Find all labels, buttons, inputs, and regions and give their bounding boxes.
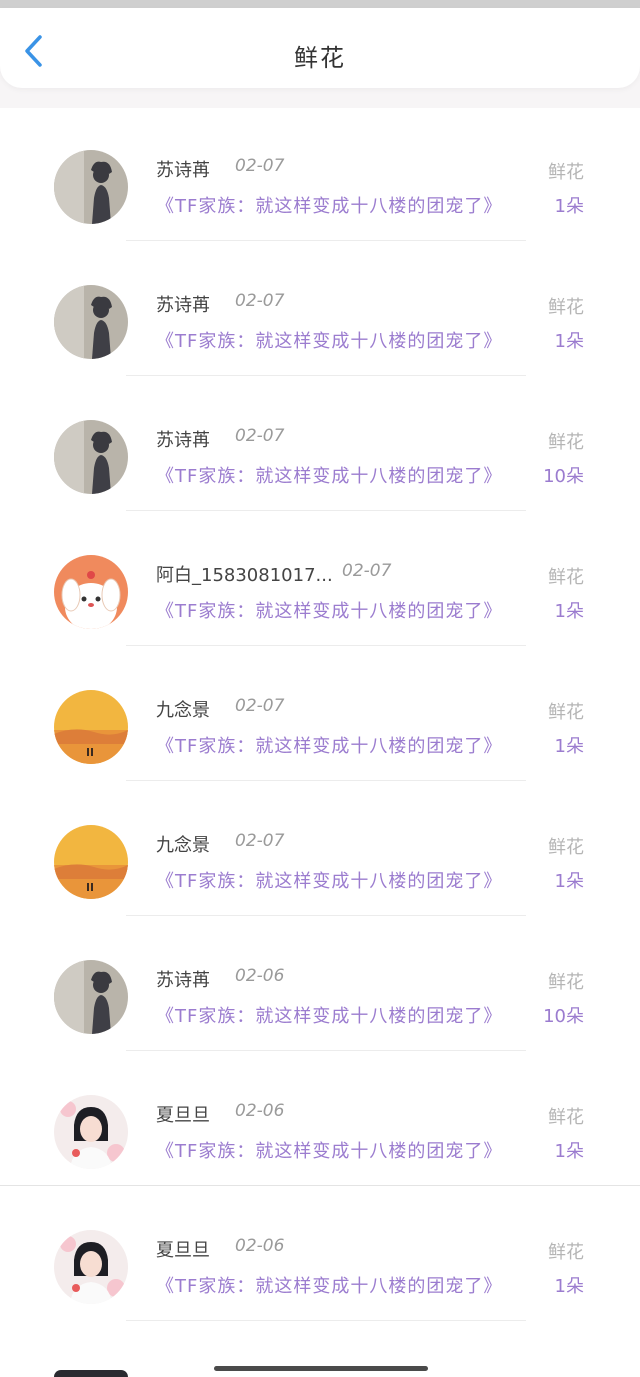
list-item[interactable]: 苏诗苒 02-07 《TF家族：就这样变成十八楼的团宠了》 鲜花 1朵 (0, 108, 640, 243)
user-name: 夏旦旦 (156, 1240, 210, 1261)
avatar[interactable] (54, 555, 128, 629)
user-name: 九念景 (156, 700, 210, 721)
work-title[interactable]: 《TF家族：就这样变成十八楼的团宠了》 (156, 327, 502, 353)
gift-count: 1朵 (554, 196, 584, 217)
gift-date: 02-07 (235, 831, 285, 851)
page-title: 鲜花 (294, 44, 346, 72)
work-title[interactable]: 《TF家族：就这样变成十八楼的团宠了》 (156, 867, 502, 893)
user-name: 苏诗苒 (156, 430, 210, 451)
divider (126, 915, 526, 916)
divider (126, 645, 526, 646)
gift-type: 鲜花 (548, 702, 584, 723)
gift-date: 02-07 (342, 561, 392, 581)
gift-date: 02-07 (235, 696, 285, 716)
gift-date: 02-07 (235, 291, 285, 311)
divider (126, 510, 526, 511)
list-item[interactable]: 夏旦旦 02-06 《TF家族：就这样变成十八楼的团宠了》 鲜花 1朵 (0, 1188, 640, 1323)
gift-type: 鲜花 (548, 972, 584, 993)
gift-type: 鲜花 (548, 837, 584, 858)
list-item[interactable]: 阿白_1583081017... 02-07 《TF家族：就这样变成十八楼的团宠… (0, 513, 640, 648)
work-title[interactable]: 《TF家族：就这样变成十八楼的团宠了》 (156, 732, 502, 758)
home-indicator[interactable] (214, 1366, 428, 1371)
gift-count: 1朵 (554, 871, 584, 892)
divider (126, 780, 526, 781)
work-title[interactable]: 《TF家族：就这样变成十八楼的团宠了》 (156, 597, 502, 623)
work-title[interactable]: 《TF家族：就这样变成十八楼的团宠了》 (156, 1137, 502, 1163)
divider (126, 375, 526, 376)
gift-type: 鲜花 (548, 567, 584, 588)
avatar[interactable] (54, 150, 128, 224)
gift-date: 02-06 (235, 1101, 285, 1121)
gift-type: 鲜花 (548, 432, 584, 453)
user-name: 苏诗苒 (156, 970, 210, 991)
gift-list[interactable]: 苏诗苒 02-07 《TF家族：就这样变成十八楼的团宠了》 鲜花 1朵 苏诗苒 … (0, 108, 640, 1377)
avatar (54, 1370, 128, 1377)
avatar[interactable] (54, 690, 128, 764)
divider (126, 240, 526, 241)
gift-date: 02-07 (235, 156, 285, 176)
user-name: 九念景 (156, 835, 210, 856)
gift-count: 1朵 (554, 331, 584, 352)
gift-count: 10朵 (543, 466, 584, 487)
user-name: 阿白_1583081017... (156, 565, 333, 586)
avatar[interactable] (54, 1095, 128, 1169)
gift-date: 02-06 (235, 966, 285, 986)
avatar[interactable] (54, 1230, 128, 1304)
gift-count: 1朵 (554, 1141, 584, 1162)
gift-count: 1朵 (554, 736, 584, 757)
gift-type: 鲜花 (548, 297, 584, 318)
gift-count: 10朵 (543, 1006, 584, 1027)
work-title[interactable]: 《TF家族：就这样变成十八楼的团宠了》 (156, 462, 502, 488)
gift-type: 鲜花 (548, 1107, 584, 1128)
gift-count: 1朵 (554, 601, 584, 622)
user-name: 夏旦旦 (156, 1105, 210, 1126)
gift-type: 鲜花 (548, 162, 584, 183)
status-bar-strip (0, 0, 640, 8)
list-item[interactable]: 苏诗苒 02-06 《TF家族：就这样变成十八楼的团宠了》 鲜花 10朵 (0, 918, 640, 1053)
divider (126, 1050, 526, 1051)
list-item[interactable]: 九念景 02-07 《TF家族：就这样变成十八楼的团宠了》 鲜花 1朵 (0, 648, 640, 783)
list-item[interactable]: 苏诗苒 02-07 《TF家族：就这样变成十八楼的团宠了》 鲜花 1朵 (0, 243, 640, 378)
user-name: 苏诗苒 (156, 160, 210, 181)
avatar[interactable] (54, 420, 128, 494)
gift-date: 02-07 (235, 426, 285, 446)
nav-header: 鲜花 (0, 8, 640, 88)
work-title[interactable]: 《TF家族：就这样变成十八楼的团宠了》 (156, 1272, 502, 1298)
gift-type: 鲜花 (548, 1242, 584, 1263)
gift-date: 02-06 (235, 1236, 285, 1256)
divider (0, 1185, 640, 1186)
list-item[interactable]: 九念景 02-07 《TF家族：就这样变成十八楼的团宠了》 鲜花 1朵 (0, 783, 640, 918)
avatar[interactable] (54, 285, 128, 359)
work-title[interactable]: 《TF家族：就这样变成十八楼的团宠了》 (156, 192, 502, 218)
gift-count: 1朵 (554, 1276, 584, 1297)
list-item[interactable]: 苏诗苒 02-07 《TF家族：就这样变成十八楼的团宠了》 鲜花 10朵 (0, 378, 640, 513)
avatar[interactable] (54, 825, 128, 899)
work-title[interactable]: 《TF家族：就这样变成十八楼的团宠了》 (156, 1002, 502, 1028)
avatar[interactable] (54, 960, 128, 1034)
list-item[interactable]: 夏旦旦 02-06 《TF家族：就这样变成十八楼的团宠了》 鲜花 1朵 (0, 1053, 640, 1188)
user-name: 苏诗苒 (156, 295, 210, 316)
divider (126, 1320, 526, 1321)
